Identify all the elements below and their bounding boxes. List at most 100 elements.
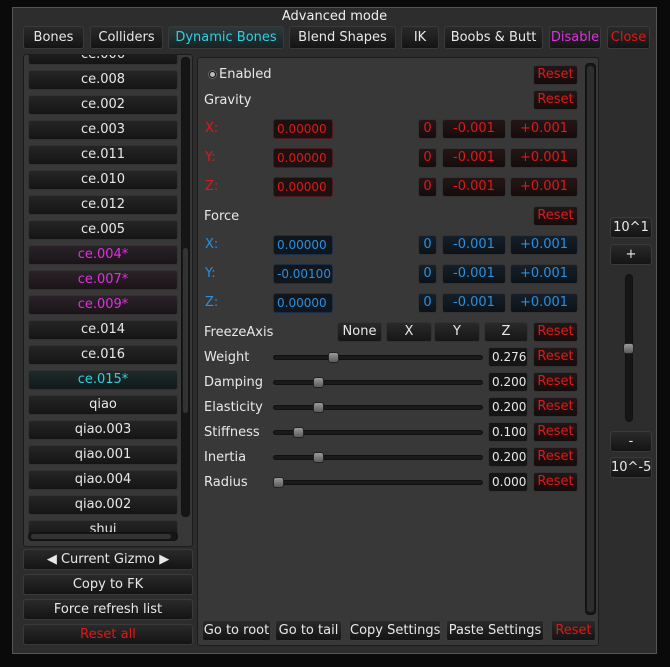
gizmo-next-icon[interactable]: ▶ bbox=[159, 552, 169, 567]
tab-bones[interactable]: Bones bbox=[23, 26, 84, 49]
stiffness-reset-button[interactable]: Reset bbox=[533, 422, 578, 442]
gravity-x-zero-button[interactable]: 0 bbox=[418, 119, 437, 139]
force-z-value-field[interactable]: 0.00000 bbox=[273, 293, 333, 313]
force-x-value-field[interactable]: 0.00000 bbox=[273, 235, 333, 255]
bone-list-item[interactable]: ce.003 bbox=[28, 120, 178, 140]
go-to-root-button[interactable]: Go to root bbox=[202, 620, 271, 641]
bone-list-item[interactable]: ce.008 bbox=[28, 70, 178, 90]
damping-slider-knob[interactable] bbox=[313, 377, 324, 388]
bone-list-item[interactable]: ce.010 bbox=[28, 170, 178, 190]
gravity-z-zero-button[interactable]: 0 bbox=[418, 177, 437, 197]
force-x-minus-button[interactable]: -0.001 bbox=[442, 235, 506, 255]
go-to-tail-button[interactable]: Go to tail bbox=[275, 620, 342, 641]
disable-button[interactable]: Disable bbox=[549, 26, 601, 49]
elasticity-reset-button[interactable]: Reset bbox=[533, 397, 578, 417]
force-z-minus-button[interactable]: -0.001 bbox=[442, 293, 506, 313]
bone-list-item[interactable]: qiao.004 bbox=[28, 470, 178, 490]
enabled-radio-icon[interactable] bbox=[208, 70, 217, 79]
force-z-zero-button[interactable]: 0 bbox=[418, 293, 437, 313]
bone-list-scroll-thumb[interactable] bbox=[183, 248, 188, 413]
gravity-y-value-field[interactable]: 0.00000 bbox=[273, 148, 333, 168]
tab-colliders[interactable]: Colliders bbox=[90, 26, 163, 49]
freeze-axis-z-button[interactable]: Z bbox=[484, 322, 528, 342]
elasticity-value-field[interactable]: 0.200 bbox=[488, 397, 528, 417]
gravity-y-plus-button[interactable]: +0.001 bbox=[510, 148, 578, 168]
tab-dynamic-bones[interactable]: Dynamic Bones bbox=[168, 26, 284, 49]
radius-slider-knob[interactable] bbox=[273, 477, 284, 488]
bone-list-item[interactable]: ce.002 bbox=[28, 95, 178, 115]
radius-reset-button[interactable]: Reset bbox=[533, 472, 578, 492]
increment-slider-track[interactable] bbox=[623, 274, 634, 422]
gravity-x-plus-button[interactable]: +0.001 bbox=[510, 119, 578, 139]
increment-slider-knob[interactable] bbox=[623, 343, 634, 354]
gravity-z-value-field[interactable]: 0.00000 bbox=[273, 177, 333, 197]
bone-list-item[interactable]: qiao.003 bbox=[28, 420, 178, 440]
freeze-axis-none-button[interactable]: None bbox=[337, 322, 382, 342]
bone-list-hscroll-thumb[interactable] bbox=[31, 534, 171, 539]
weight-slider-knob[interactable] bbox=[328, 352, 340, 363]
bone-list-item[interactable]: ce.005 bbox=[28, 220, 178, 240]
settings-scrollbar[interactable] bbox=[585, 63, 596, 615]
tab-ik[interactable]: IK bbox=[401, 26, 439, 49]
stiffness-slider-knob[interactable] bbox=[293, 427, 304, 438]
bone-list-item[interactable]: qiao bbox=[28, 395, 178, 415]
force-x-zero-button[interactable]: 0 bbox=[418, 235, 437, 255]
force-y-plus-button[interactable]: +0.001 bbox=[510, 264, 578, 284]
settings-scroll-thumb[interactable] bbox=[587, 66, 594, 612]
bone-list-item[interactable]: ce.016 bbox=[28, 345, 178, 365]
close-button[interactable]: Close bbox=[607, 26, 650, 49]
inertia-slider[interactable] bbox=[273, 452, 483, 463]
tab-boobs-butt[interactable]: Boobs & Butt bbox=[444, 26, 543, 49]
paste-settings-button[interactable]: Paste Settings bbox=[446, 620, 544, 641]
bone-list-item[interactable]: ce.015* bbox=[28, 370, 178, 390]
reset-all-button[interactable]: Reset all bbox=[23, 624, 193, 645]
gravity-x-value-field[interactable]: 0.00000 bbox=[273, 119, 333, 139]
enabled-reset-button[interactable]: Reset bbox=[533, 65, 578, 85]
bottom-reset-button[interactable]: Reset bbox=[551, 620, 596, 641]
weight-value-field[interactable]: 0.276 bbox=[488, 347, 528, 367]
force-y-minus-button[interactable]: -0.001 bbox=[442, 264, 506, 284]
bone-list-item[interactable]: qiao.002 bbox=[28, 495, 178, 515]
freeze-axis-y-button[interactable]: Y bbox=[434, 322, 480, 342]
damping-reset-button[interactable]: Reset bbox=[533, 372, 578, 392]
inertia-value-field[interactable]: 0.200 bbox=[488, 447, 528, 467]
inertia-reset-button[interactable]: Reset bbox=[533, 447, 578, 467]
weight-reset-button[interactable]: Reset bbox=[533, 347, 578, 367]
radius-value-field[interactable]: 0.000 bbox=[488, 472, 528, 492]
bone-list-scrollbar[interactable] bbox=[181, 57, 190, 517]
weight-slider[interactable] bbox=[273, 352, 483, 363]
bone-list-item[interactable]: ce.011 bbox=[28, 145, 178, 165]
stiffness-value-field[interactable]: 0.100 bbox=[488, 422, 528, 442]
gravity-x-minus-button[interactable]: -0.001 bbox=[442, 119, 506, 139]
freeze-axis-reset-button[interactable]: Reset bbox=[533, 322, 578, 342]
force-reset-button[interactable]: Reset bbox=[533, 206, 578, 226]
bone-list-item[interactable]: ce.007* bbox=[28, 270, 178, 290]
bone-list-item[interactable]: ce.006 bbox=[28, 55, 178, 65]
radius-slider[interactable] bbox=[273, 477, 483, 488]
gravity-reset-button[interactable]: Reset bbox=[533, 90, 578, 110]
bone-list-item[interactable]: ce.012 bbox=[28, 195, 178, 215]
force-x-plus-button[interactable]: +0.001 bbox=[510, 235, 578, 255]
tab-blend-shapes[interactable]: Blend Shapes bbox=[289, 26, 396, 49]
inertia-slider-knob[interactable] bbox=[313, 452, 324, 463]
freeze-axis-x-button[interactable]: X bbox=[386, 322, 432, 342]
stiffness-slider[interactable] bbox=[273, 427, 483, 438]
elasticity-slider[interactable] bbox=[273, 402, 483, 413]
copy-to-fk-button[interactable]: Copy to FK bbox=[23, 574, 193, 595]
bone-list-item[interactable]: qiao.001 bbox=[28, 445, 178, 465]
gravity-y-minus-button[interactable]: -0.001 bbox=[442, 148, 506, 168]
damping-slider[interactable] bbox=[273, 377, 483, 388]
gravity-z-plus-button[interactable]: +0.001 bbox=[510, 177, 578, 197]
gravity-z-minus-button[interactable]: -0.001 bbox=[442, 177, 506, 197]
bone-list-hscrollbar[interactable] bbox=[28, 532, 178, 541]
force-y-value-field[interactable]: -0.00100 bbox=[273, 264, 333, 284]
enabled-label[interactable]: Enabled bbox=[219, 67, 272, 82]
copy-settings-button[interactable]: Copy Settings bbox=[349, 620, 441, 641]
gravity-y-zero-button[interactable]: 0 bbox=[418, 148, 437, 168]
gizmo-prev-icon[interactable]: ◀ bbox=[47, 552, 57, 567]
increment-plus-button[interactable]: + bbox=[610, 244, 652, 265]
force-refresh-list-button[interactable]: Force refresh list bbox=[23, 599, 193, 620]
force-y-zero-button[interactable]: 0 bbox=[418, 264, 437, 284]
elasticity-slider-knob[interactable] bbox=[313, 402, 324, 413]
bone-list-item[interactable]: ce.009* bbox=[28, 295, 178, 315]
